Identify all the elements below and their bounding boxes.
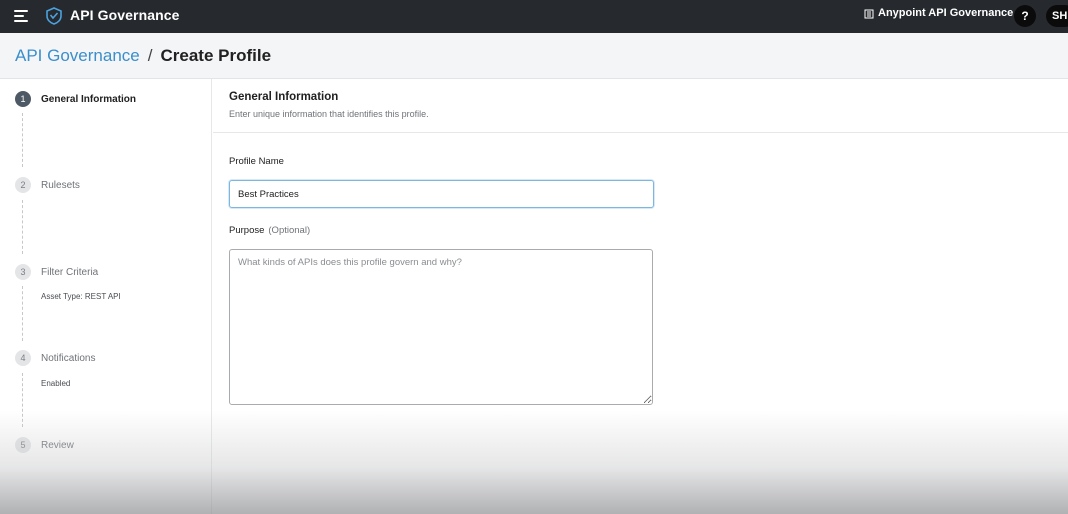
api-governance-logo-icon bbox=[46, 7, 62, 25]
step-summary-asset-type: Asset Type: REST API bbox=[41, 292, 121, 301]
help-button[interactable]: ? bbox=[1014, 5, 1036, 27]
step-label: General Information bbox=[41, 93, 137, 105]
user-avatar[interactable]: SH bbox=[1046, 5, 1068, 27]
step-notifications[interactable]: 4 Notifications bbox=[15, 350, 95, 366]
step-number: 3 bbox=[15, 264, 31, 280]
step-number: 1 bbox=[15, 91, 31, 107]
profile-name-input[interactable] bbox=[229, 180, 654, 208]
step-connector bbox=[22, 286, 23, 341]
step-rulesets[interactable]: 2 Rulesets bbox=[15, 177, 80, 193]
step-connector bbox=[22, 200, 23, 254]
breadcrumb: API Governance / Create Profile bbox=[15, 46, 271, 66]
app-title: API Governance bbox=[70, 7, 180, 23]
app-switcher-button[interactable]: Anypoint API Governance bbox=[864, 7, 1013, 19]
step-general-information[interactable]: 1 General Information bbox=[15, 91, 136, 107]
top-navigation-bar: API Governance Anypoint API Governance ?… bbox=[0, 0, 1068, 33]
page-header: API Governance / Create Profile bbox=[0, 33, 1068, 79]
page-title: Create Profile bbox=[160, 46, 272, 65]
step-summary-notifications: Enabled bbox=[41, 379, 71, 388]
purpose-optional-hint: (Optional) bbox=[268, 225, 311, 236]
step-filter-criteria[interactable]: 3 Filter Criteria bbox=[15, 264, 98, 280]
step-label: Notifications bbox=[41, 352, 96, 364]
step-connector bbox=[22, 373, 23, 427]
step-number: 2 bbox=[15, 177, 31, 193]
purpose-label: Purpose (Optional) bbox=[229, 225, 310, 236]
profile-name-label: Profile Name bbox=[229, 156, 284, 167]
step-number: 4 bbox=[15, 350, 31, 366]
menu-icon[interactable] bbox=[14, 10, 28, 22]
wizard-stepper: 1 General Information 2 Rulesets 3 Filte… bbox=[0, 79, 212, 514]
step-label: Review bbox=[41, 439, 74, 451]
breadcrumb-link-api-governance[interactable]: API Governance bbox=[15, 46, 140, 66]
section-title: General Information bbox=[229, 91, 339, 103]
section-description: Enter unique information that identifies… bbox=[229, 109, 429, 119]
main-content: General Information Enter unique informa… bbox=[213, 79, 1068, 514]
step-review[interactable]: 5 Review bbox=[15, 437, 74, 453]
step-label: Rulesets bbox=[41, 179, 80, 191]
step-connector bbox=[22, 113, 23, 167]
building-icon bbox=[864, 9, 874, 18]
step-label: Filter Criteria bbox=[41, 266, 99, 278]
purpose-label-text: Purpose bbox=[229, 225, 265, 236]
breadcrumb-separator: / bbox=[147, 46, 153, 65]
section-header: General Information Enter unique informa… bbox=[213, 79, 1068, 133]
purpose-textarea[interactable] bbox=[229, 249, 653, 405]
app-switcher-label: Anypoint API Governance bbox=[878, 7, 1014, 19]
step-number: 5 bbox=[15, 437, 31, 453]
